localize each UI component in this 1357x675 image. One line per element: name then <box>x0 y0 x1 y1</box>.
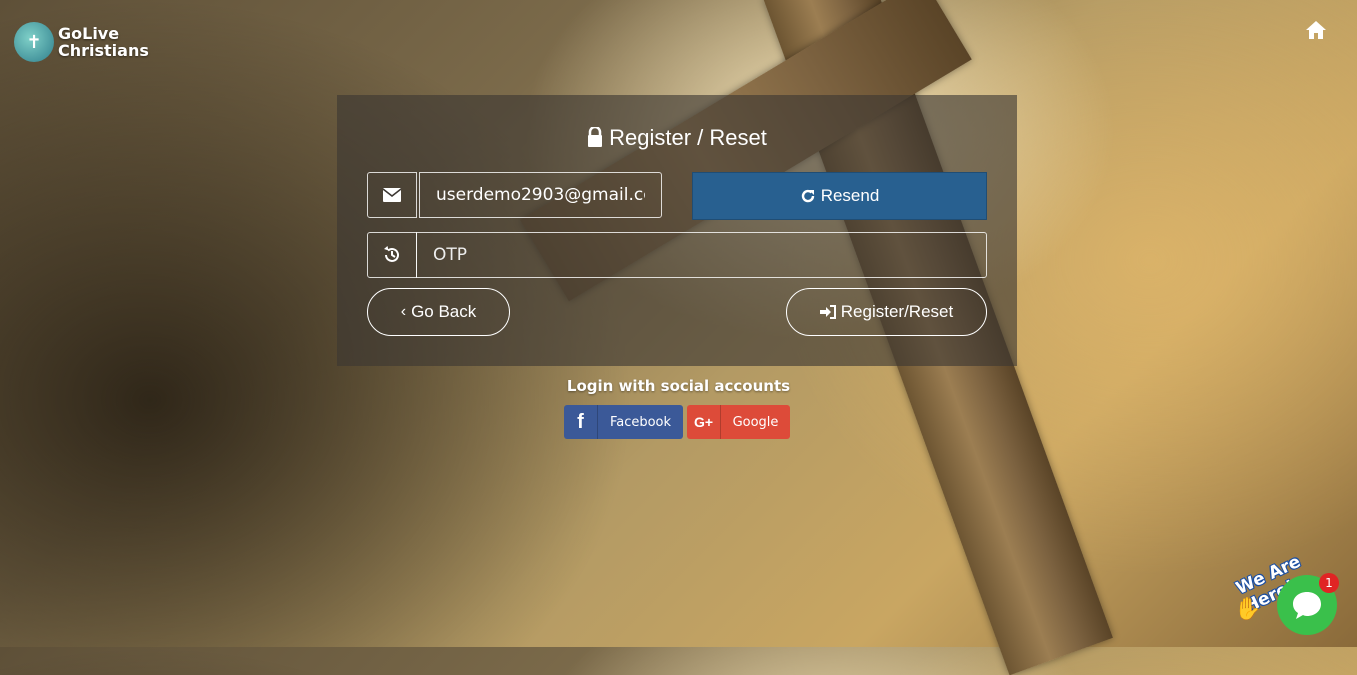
facebook-label: Facebook <box>609 414 672 430</box>
social-login-title: Login with social accounts <box>566 377 791 395</box>
register-panel: Register / Reset Resend ‹ Go Back Regist <box>337 95 1017 366</box>
envelope-icon <box>383 188 401 202</box>
register-reset-button[interactable]: Register/Reset <box>786 288 987 336</box>
history-icon <box>384 246 399 262</box>
dove-icon: ✝ <box>14 22 54 62</box>
home-icon[interactable] <box>1304 18 1328 42</box>
page-title-text: Register / Reset <box>609 125 767 150</box>
chat-notification-badge: 1 <box>1319 573 1339 593</box>
logo-text: GoLive Christians <box>58 25 149 59</box>
google-login-button[interactable]: G+ Google <box>687 405 790 439</box>
waving-hand-icon: ✋ <box>1234 597 1262 622</box>
facebook-icon: f <box>564 405 598 439</box>
email-field[interactable] <box>419 172 662 218</box>
otp-addon <box>367 232 417 278</box>
google-label: Google <box>732 414 779 430</box>
resend-button[interactable]: Resend <box>692 172 987 220</box>
refresh-icon <box>801 189 814 203</box>
google-plus-icon: G+ <box>687 405 721 439</box>
email-addon <box>367 172 417 218</box>
lock-icon <box>588 127 603 147</box>
chat-icon <box>1293 592 1321 619</box>
sign-in-icon <box>819 305 836 319</box>
logo-line2: Christians <box>58 41 149 60</box>
resend-label: Resend <box>820 186 880 205</box>
page-title: Register / Reset <box>337 125 1017 151</box>
go-back-button[interactable]: ‹ Go Back <box>367 288 510 336</box>
facebook-login-button[interactable]: f Facebook <box>564 405 683 439</box>
logo-line1: GoLive <box>58 24 120 43</box>
go-back-label: Go Back <box>411 302 477 321</box>
chat-widget[interactable]: We Are Here! ✋ 1 <box>1232 545 1357 647</box>
register-reset-label: Register/Reset <box>840 302 954 321</box>
otp-input[interactable] <box>416 232 987 278</box>
chevron-left-icon: ‹ <box>400 303 407 320</box>
site-logo[interactable]: ✝ GoLive Christians <box>14 22 149 62</box>
